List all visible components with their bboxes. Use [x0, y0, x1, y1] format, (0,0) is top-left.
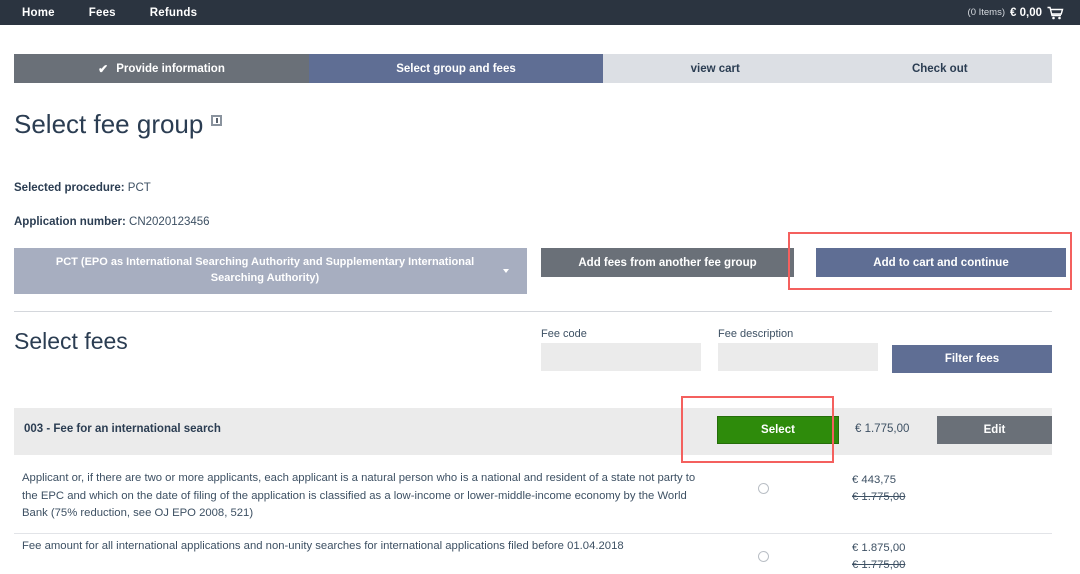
step-label: Select group and fees	[396, 62, 516, 75]
step-view-cart[interactable]: view cart	[603, 54, 828, 83]
fee-option-original-price: € 1.775,00	[852, 490, 906, 503]
application-number-value: CN2020123456	[129, 216, 210, 228]
nav-item-refunds[interactable]: Refunds	[150, 7, 197, 19]
fee-option-row: Fee amount for all international applica…	[14, 538, 1052, 573]
select-fees-title: Select fees	[14, 328, 128, 354]
fee-code-filter: Fee code	[541, 328, 701, 371]
fee-option-radio[interactable]	[758, 483, 769, 494]
selected-procedure: Selected procedure: PCT	[14, 182, 151, 194]
fee-option-divider	[14, 533, 1052, 535]
section-divider	[14, 311, 1052, 313]
selected-procedure-label: Selected procedure:	[14, 182, 125, 194]
fee-option-original-price: € 1.775,00	[852, 558, 906, 571]
select-button[interactable]: Select	[717, 416, 839, 444]
nav-item-home[interactable]: Home	[22, 7, 55, 19]
application-number: Application number: CN2020123456	[14, 216, 210, 228]
page-title-text: Select fee group	[14, 109, 204, 139]
info-icon[interactable]	[211, 115, 223, 126]
fee-option-prices: € 443,75 € 1.775,00	[852, 472, 962, 506]
nav-item-fees[interactable]: Fees	[89, 7, 116, 19]
cart-summary[interactable]: (0 Items) € 0,00	[968, 0, 1064, 25]
selected-procedure-value: PCT	[127, 182, 151, 194]
main-nav: Home Fees Refunds	[22, 7, 197, 19]
fee-code-input[interactable]	[541, 343, 701, 371]
add-fees-from-another-group-button[interactable]: Add fees from another fee group	[541, 248, 794, 277]
fee-code-label: Fee code	[541, 328, 587, 340]
filter-fees-button[interactable]: Filter fees	[892, 345, 1052, 373]
check-icon: ✔	[98, 61, 109, 76]
fee-option-prices: € 1.875,00 € 1.775,00	[852, 540, 962, 574]
step-label: Check out	[911, 62, 968, 75]
fee-description-label: Fee description	[718, 328, 794, 340]
fee-group-dropdown-label: PCT (EPO as International Searching Auth…	[55, 256, 475, 284]
chevron-down-icon	[503, 269, 509, 273]
step-select-group-and-fees[interactable]: Select group and fees	[309, 54, 603, 83]
fee-option-price: € 1.875,00	[852, 542, 906, 554]
shopping-cart-icon[interactable]	[1047, 6, 1064, 20]
fee-group-dropdown[interactable]: PCT (EPO as International Searching Auth…	[14, 248, 527, 294]
fee-group-action-row: PCT (EPO as International Searching Auth…	[14, 248, 1066, 294]
fee-option-radio[interactable]	[758, 551, 769, 562]
fee-row-header: 003 - Fee for an international search Se…	[14, 408, 1052, 455]
fee-description-filter: Fee description	[718, 328, 878, 371]
step-check-out[interactable]: Check out	[827, 54, 1052, 83]
checkout-step-indicator: ✔ Provide information Select group and f…	[14, 54, 1052, 83]
fee-option-price: € 443,75	[852, 474, 896, 486]
step-label: Provide information	[116, 62, 225, 75]
top-navigation-bar: Home Fees Refunds (0 Items) € 0,00	[0, 0, 1080, 25]
fee-option-description: Applicant or, if there are two or more a…	[22, 472, 696, 519]
fee-option-description: Fee amount for all international applica…	[22, 540, 624, 552]
cart-item-count: (0 Items)	[967, 7, 1006, 18]
fee-row-title: 003 - Fee for an international search	[24, 423, 221, 435]
fee-description-input[interactable]	[718, 343, 878, 371]
step-provide-information[interactable]: ✔ Provide information	[14, 54, 309, 83]
edit-button[interactable]: Edit	[937, 416, 1052, 444]
page-title: Select fee group	[14, 109, 223, 140]
application-number-label: Application number:	[14, 216, 126, 228]
cart-total-amount: € 0,00	[1010, 6, 1042, 19]
step-label: view cart	[690, 62, 740, 75]
add-to-cart-and-continue-button[interactable]: Add to cart and continue	[816, 248, 1066, 277]
fee-row-price: € 1.775,00	[855, 423, 910, 435]
fee-option-row: Applicant or, if there are two or more a…	[14, 470, 1052, 532]
fee-filter-bar: Fee code Fee description Filter fees	[541, 328, 1052, 373]
